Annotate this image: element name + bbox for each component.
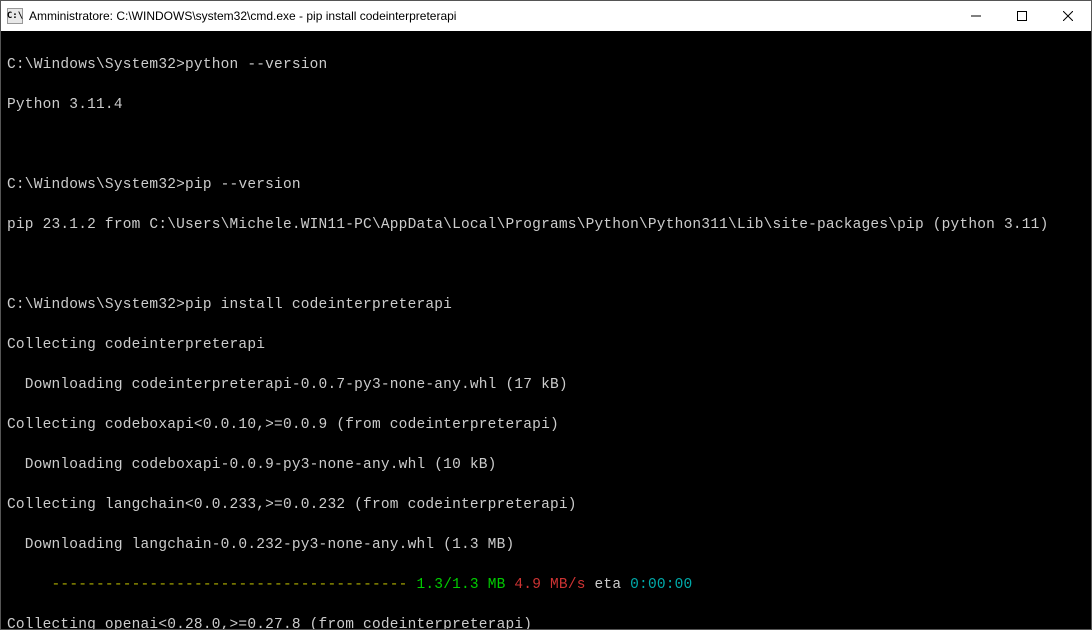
prompt: C:\Windows\System32> (7, 297, 185, 313)
progress-speed: 4.9 MB/s (514, 577, 594, 593)
command-text: pip install codeinterpreterapi (185, 297, 452, 313)
close-icon (1063, 11, 1073, 21)
command-text: python --version (185, 57, 327, 73)
minimize-button[interactable] (953, 1, 999, 31)
terminal-line: pip 23.1.2 from C:\Users\Michele.WIN11-P… (7, 215, 1085, 235)
progress-line: ----------------------------------------… (7, 575, 1085, 595)
titlebar[interactable]: C:\ Amministratore: C:\WINDOWS\system32\… (1, 1, 1091, 31)
prompt: C:\Windows\System32> (7, 177, 185, 193)
terminal-line: C:\Windows\System32>pip install codeinte… (7, 295, 1085, 315)
terminal-line: C:\Windows\System32>python --version (7, 55, 1085, 75)
prompt: C:\Windows\System32> (7, 57, 185, 73)
terminal-line (7, 135, 1085, 155)
window-controls (953, 1, 1091, 31)
maximize-icon (1017, 11, 1027, 21)
terminal-line (7, 255, 1085, 275)
terminal-line: Collecting codeinterpreterapi (7, 335, 1085, 355)
terminal-line: Downloading codeboxapi-0.0.9-py3-none-an… (7, 455, 1085, 475)
terminal-line: Collecting openai<0.28.0,>=0.27.8 (from … (7, 615, 1085, 629)
terminal-line: Collecting codeboxapi<0.0.10,>=0.0.9 (fr… (7, 415, 1085, 435)
progress-eta: 0:00:00 (630, 577, 692, 593)
progress-eta-label: eta (595, 577, 631, 593)
maximize-button[interactable] (999, 1, 1045, 31)
terminal-line: Downloading codeinterpreterapi-0.0.7-py3… (7, 375, 1085, 395)
minimize-icon (971, 11, 981, 21)
cmd-icon: C:\ (7, 8, 23, 24)
close-button[interactable] (1045, 1, 1091, 31)
progress-size: 1.3/1.3 MB (416, 577, 514, 593)
cmd-window: C:\ Amministratore: C:\WINDOWS\system32\… (0, 0, 1092, 630)
terminal-line: Collecting langchain<0.0.233,>=0.0.232 (… (7, 495, 1085, 515)
terminal-line: Downloading langchain-0.0.232-py3-none-a… (7, 535, 1085, 555)
terminal-viewport[interactable]: C:\Windows\System32>python --version Pyt… (1, 31, 1091, 629)
terminal-line: Python 3.11.4 (7, 95, 1085, 115)
progress-bar: ---------------------------------------- (52, 577, 417, 593)
terminal-line: C:\Windows\System32>pip --version (7, 175, 1085, 195)
window-title: Amministratore: C:\WINDOWS\system32\cmd.… (29, 9, 953, 23)
command-text: pip --version (185, 177, 301, 193)
